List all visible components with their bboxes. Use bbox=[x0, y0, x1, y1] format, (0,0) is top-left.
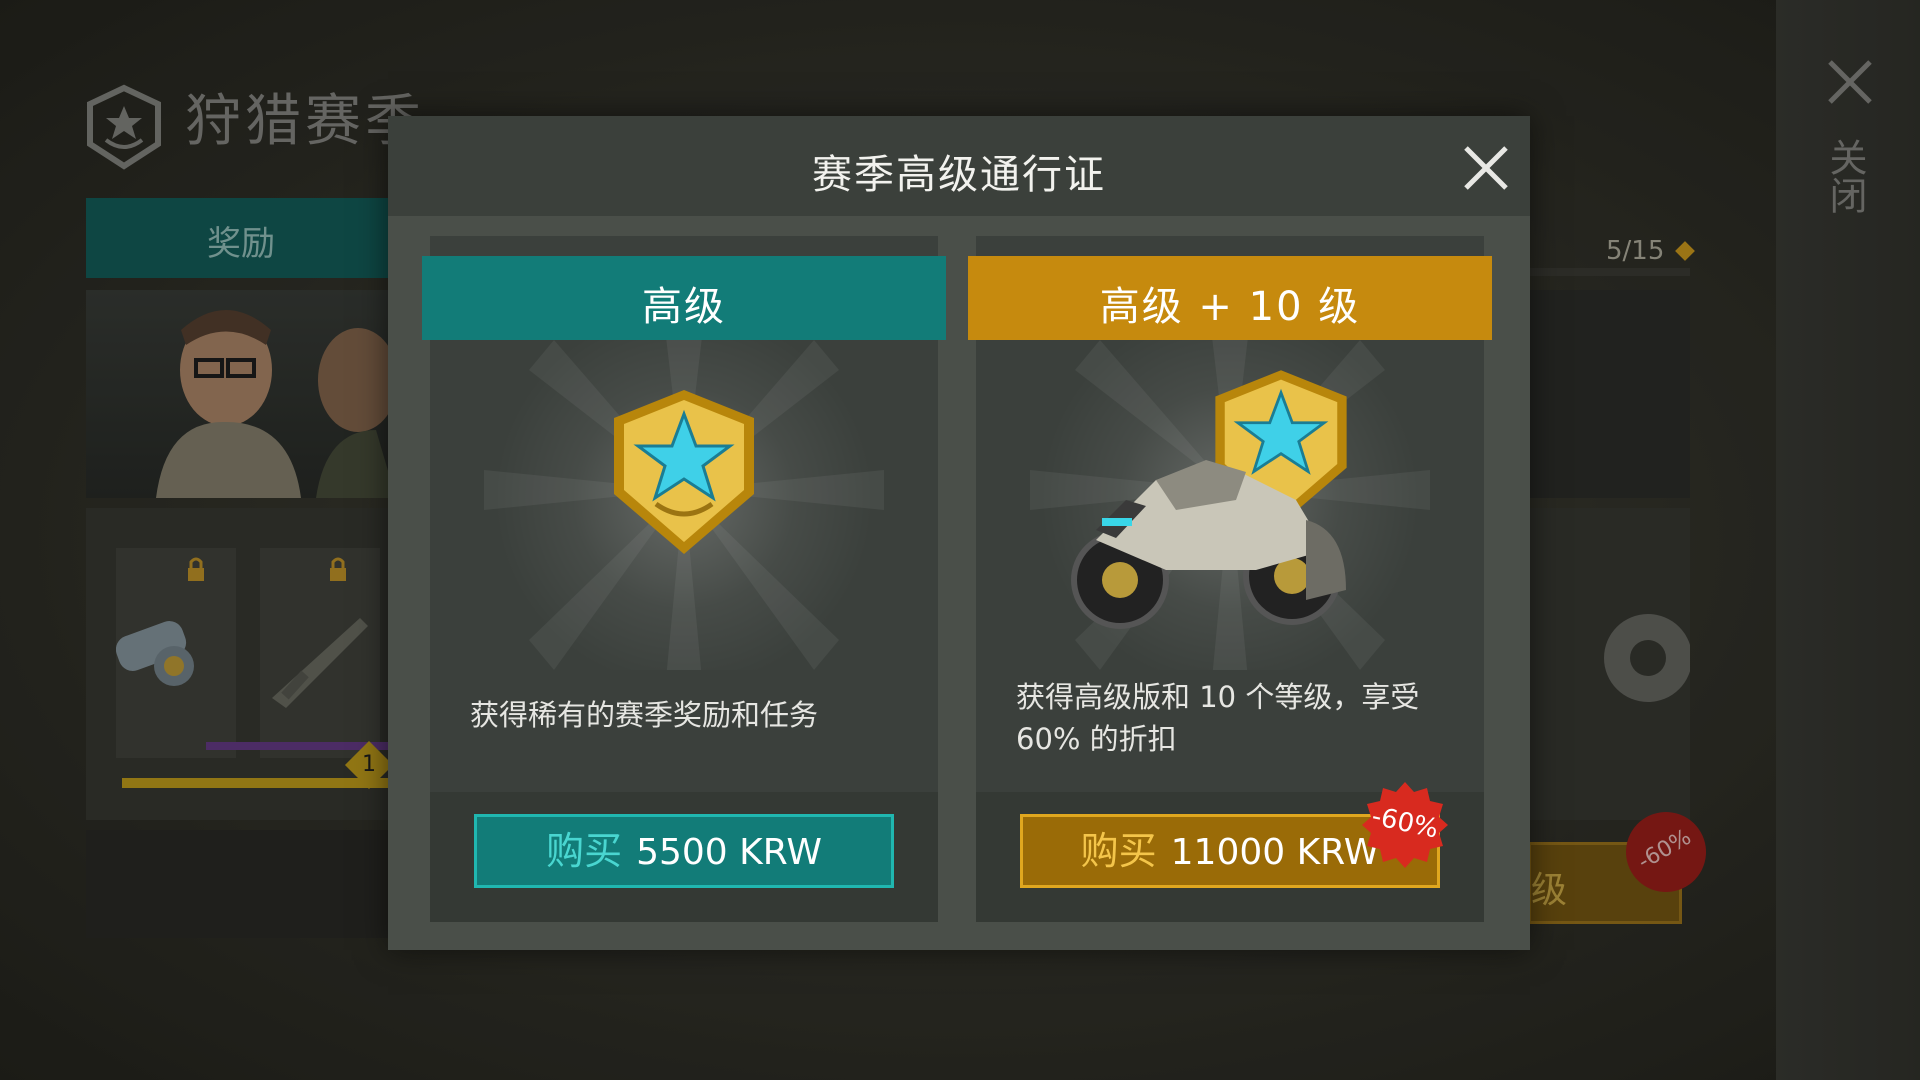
tab-rewards[interactable]: 奖励 bbox=[86, 198, 396, 278]
close-icon[interactable] bbox=[1458, 140, 1514, 196]
premium-plus-footer: 购买 11000 KRW -60% bbox=[976, 782, 1484, 922]
progress-count: 5/15 bbox=[1606, 236, 1665, 266]
reward-progress-bar bbox=[122, 778, 396, 788]
premium-plus-card: 高级 + 10 级 获得高级版和 10 个等级，享受 60% 的折扣 购买 11… bbox=[968, 236, 1492, 922]
tab-rewards-label: 奖励 bbox=[207, 224, 275, 264]
modal-title: 赛季高级通行证 bbox=[812, 152, 1106, 198]
right-discount-label: -60% bbox=[1633, 824, 1696, 875]
premium-pass-modal: 赛季高级通行证 高级 获得稀有的赛季奖励和任务 购买 5500 KRW 高级 +… bbox=[388, 116, 1530, 950]
modal-header: 赛季高级通行证 bbox=[388, 116, 1530, 216]
buy-premium-button[interactable]: 购买 5500 KRW bbox=[474, 814, 894, 888]
buy-premium-price: 5500 KRW bbox=[636, 832, 822, 873]
premium-tier-ribbon: 高级 bbox=[422, 256, 946, 340]
level-badge-label: 1 bbox=[362, 752, 376, 777]
buy-premium-plus-word: 购买 bbox=[1080, 829, 1157, 873]
premium-plus-description: 获得高级版和 10 个等级，享受 60% 的折扣 bbox=[1016, 680, 1420, 756]
reward-track: 1 bbox=[86, 508, 396, 820]
lock-icon bbox=[330, 557, 346, 581]
premium-card: 高级 获得稀有的赛季奖励和任务 购买 5500 KRW bbox=[422, 236, 946, 922]
discount-badge: -60% bbox=[1360, 780, 1450, 870]
buy-premium-word: 购买 bbox=[546, 829, 623, 873]
reward-slot[interactable] bbox=[115, 548, 236, 758]
upgrade-button-partial-label: 级 bbox=[1531, 870, 1568, 911]
characters-illustration bbox=[156, 310, 396, 498]
reward-slot[interactable] bbox=[260, 548, 380, 758]
motorcycle-icon bbox=[1071, 460, 1346, 629]
bottom-panel-left bbox=[86, 830, 396, 938]
premium-plus-art bbox=[976, 340, 1484, 670]
buy-premium-plus-price: 11000 KRW bbox=[1170, 832, 1380, 873]
right-reward-track bbox=[1528, 508, 1692, 820]
premium-footer: 购买 5500 KRW bbox=[430, 792, 938, 922]
gear-icon bbox=[1604, 614, 1692, 702]
lock-icon bbox=[188, 557, 204, 581]
season-emblem-icon bbox=[87, 84, 161, 170]
side-close-label[interactable]: 关闭 bbox=[1823, 138, 1868, 214]
premium-description: 获得稀有的赛季奖励和任务 bbox=[470, 698, 819, 732]
premium-plus-tier-ribbon: 高级 + 10 级 bbox=[968, 256, 1492, 340]
character-portrait-panel bbox=[86, 290, 396, 498]
close-icon[interactable] bbox=[1824, 56, 1876, 108]
right-progress-bar bbox=[1528, 268, 1690, 276]
binoculars-icon bbox=[115, 621, 194, 686]
premium-badge-icon bbox=[614, 390, 754, 554]
premium-tier-label: 高级 bbox=[642, 284, 726, 330]
progress-diamond-icon bbox=[1675, 241, 1695, 261]
premium-plus-tier-label: 高级 + 10 级 bbox=[1099, 284, 1361, 330]
premium-art bbox=[430, 340, 938, 670]
right-reward-panel bbox=[1528, 290, 1690, 498]
rifle-icon bbox=[272, 618, 368, 708]
